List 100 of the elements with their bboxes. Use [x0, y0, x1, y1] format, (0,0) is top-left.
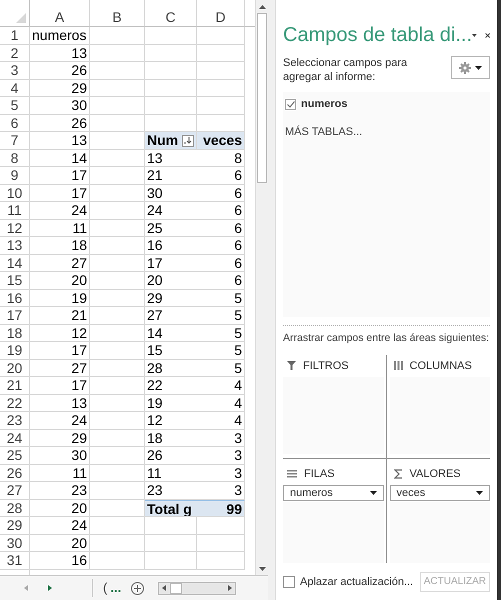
area-field-dropdown[interactable]: numeros [283, 484, 384, 501]
pivot-value: 4 [234, 412, 242, 428]
filter-icon [287, 361, 296, 370]
close-icon[interactable] [484, 30, 490, 40]
row-header[interactable]: 4 [0, 80, 30, 97]
scroll-right-icon [228, 585, 232, 591]
row-header[interactable]: 29 [0, 517, 30, 534]
cell: 13 [30, 394, 90, 412]
pivot-value: 5 [234, 307, 242, 323]
pivot-row-label: 15 [147, 342, 163, 358]
settings-button[interactable] [451, 56, 490, 79]
row-header[interactable]: 9 [0, 167, 30, 184]
field-label[interactable]: numeros [301, 96, 348, 112]
pivot-value: 5 [234, 324, 242, 340]
cell: 16 [30, 552, 90, 570]
empty-cell [197, 62, 245, 80]
row-header[interactable]: 5 [0, 97, 30, 114]
pivot-header-cell: veces [203, 132, 242, 148]
cell: 18 [30, 237, 90, 254]
empty-cell [145, 552, 197, 570]
row-header[interactable]: 14 [0, 254, 30, 272]
pivot-row-label: 18 [147, 430, 163, 446]
row-header[interactable]: 16 [0, 290, 30, 307]
prev-sheet-icon[interactable] [24, 585, 28, 591]
more-tables-link[interactable]: MÁS TABLAS... [285, 124, 362, 140]
cell: numeros [30, 27, 90, 44]
column-header[interactable]: D [197, 0, 245, 26]
pivot-value: 6 [234, 202, 242, 218]
column-header[interactable]: B [90, 0, 145, 26]
pivot-row-label: 20 [147, 272, 163, 288]
row-header[interactable]: 26 [0, 464, 30, 482]
pivot-row-label: 22 [147, 377, 163, 393]
vertical-scrollbar[interactable] [255, 0, 268, 575]
row-header[interactable]: 17 [0, 307, 30, 324]
horizontal-scrollbar[interactable] [158, 582, 236, 594]
column-header[interactable]: C [145, 0, 197, 26]
row-header[interactable]: 15 [0, 272, 30, 290]
pivot-row-label: 25 [147, 220, 163, 236]
row-header[interactable]: 30 [0, 534, 30, 552]
scroll-thumb[interactable] [170, 582, 182, 594]
pivot-value: 3 [234, 447, 242, 463]
pivot-row-label: 27 [147, 307, 163, 323]
pivot-value: 6 [234, 272, 242, 288]
row-header[interactable]: 3 [0, 62, 30, 80]
check-icon [286, 100, 294, 108]
add-sheet-icon[interactable] [131, 582, 144, 594]
cell: 24 [30, 202, 90, 220]
field-checkbox[interactable] [285, 98, 296, 110]
cell: 20 [30, 272, 90, 290]
filter-dropdown-button[interactable] [182, 134, 194, 146]
row-header[interactable]: 25 [0, 447, 30, 464]
row-header[interactable]: 10 [0, 184, 30, 202]
pivot-value: 6 [234, 220, 242, 236]
row-header[interactable]: 8 [0, 150, 30, 167]
row-header[interactable]: 11 [0, 202, 30, 220]
defer-checkbox[interactable] [283, 576, 295, 588]
row-header[interactable]: 28 [0, 500, 30, 517]
row-header[interactable]: 23 [0, 412, 30, 430]
row-header[interactable]: 19 [0, 342, 30, 360]
area-field-dropdown[interactable]: veces [390, 484, 490, 501]
row-header[interactable]: 13 [0, 237, 30, 254]
empty-cell [90, 517, 145, 534]
scroll-thumb[interactable] [257, 13, 267, 183]
row-header[interactable]: 22 [0, 394, 30, 412]
row-header[interactable]: 21 [0, 377, 30, 394]
pivot-value: 3 [234, 482, 242, 498]
select-all-corner[interactable] [16, 13, 26, 23]
row-header[interactable]: 27 [0, 482, 30, 500]
defer-label[interactable]: Aplazar actualización... [300, 574, 414, 590]
row-header[interactable]: 12 [0, 220, 30, 237]
cell: 24 [30, 517, 90, 534]
area-label: COLUMNAS [410, 358, 472, 374]
sigma-icon [394, 468, 402, 479]
next-sheet-icon[interactable] [48, 585, 52, 591]
cell: 19 [30, 290, 90, 307]
drag-hint: Arrastrar campos entre las áreas siguientes: [283, 331, 490, 346]
sheet-tab[interactable]: ( [103, 578, 108, 598]
more-sheets-button[interactable]: ... [110, 578, 122, 598]
empty-cell [90, 62, 145, 80]
empty-cell [197, 27, 245, 44]
caret-icon [476, 490, 483, 495]
row-header[interactable]: 24 [0, 430, 30, 447]
columns-icon [394, 361, 402, 370]
dropdown-icon[interactable] [472, 32, 477, 38]
row-header[interactable]: 18 [0, 324, 30, 342]
empty-cell [145, 534, 197, 552]
row-header[interactable]: 20 [0, 360, 30, 377]
cell: 17 [30, 184, 90, 202]
cell: 27 [30, 360, 90, 377]
cell: 29 [30, 430, 90, 447]
empty-cell [145, 80, 197, 97]
column-header[interactable]: A [30, 0, 90, 26]
panel-subtitle: Seleccionar campos para agregar al informe: [283, 56, 408, 84]
pivot-row-label: 29 [147, 290, 163, 306]
row-header[interactable]: 6 [0, 114, 30, 132]
row-header[interactable]: 31 [0, 552, 30, 570]
row-header[interactable]: 7 [0, 132, 30, 150]
row-header[interactable]: 1 [0, 27, 30, 44]
empty-cell [145, 97, 197, 114]
row-header[interactable]: 2 [0, 44, 30, 62]
